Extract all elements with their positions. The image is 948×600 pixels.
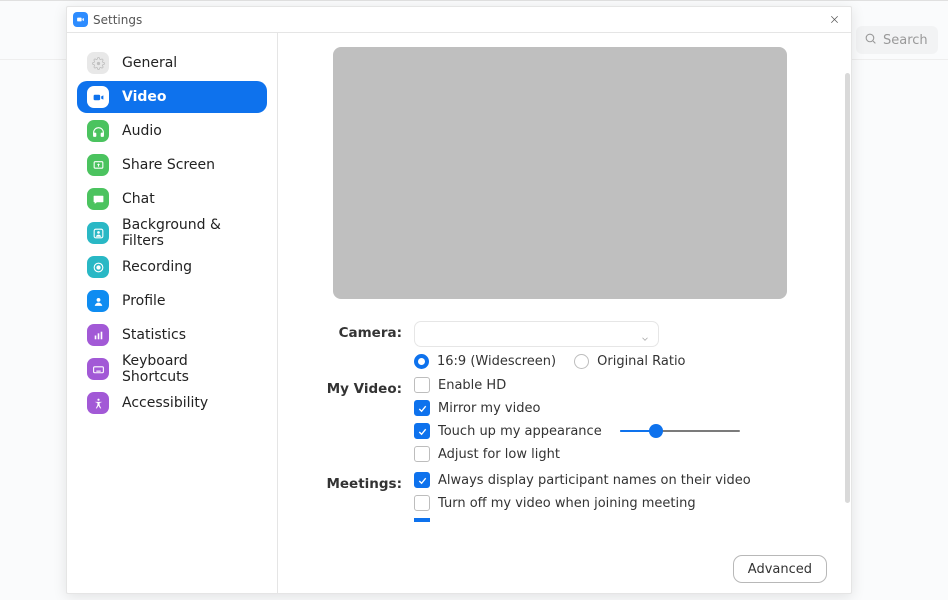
close-button[interactable]	[825, 11, 843, 29]
stats-icon	[87, 324, 109, 346]
checkbox-label: Enable HD	[438, 378, 506, 393]
sidebar-item-label: Profile	[122, 293, 166, 309]
sidebar-item-chat[interactable]: Chat	[77, 183, 267, 215]
sidebar-item-label: Recording	[122, 259, 192, 275]
video-icon	[87, 86, 109, 108]
camera-dropdown[interactable]	[414, 321, 659, 347]
share-screen-icon	[87, 154, 109, 176]
accessibility-icon	[87, 392, 109, 414]
truncated-checkbox[interactable]	[414, 518, 813, 522]
checkbox-label: Mirror my video	[438, 401, 540, 416]
headphones-icon	[87, 120, 109, 142]
search-icon	[864, 32, 877, 49]
search-placeholder: Search	[883, 33, 928, 48]
settings-sidebar: General Video Audio Share Screen	[67, 33, 278, 593]
sidebar-item-general[interactable]: General	[77, 47, 267, 79]
sidebar-item-audio[interactable]: Audio	[77, 115, 267, 147]
radio-label: 16:9 (Widescreen)	[437, 354, 556, 369]
sidebar-item-label: General	[122, 55, 177, 71]
turn-off-join-checkbox[interactable]: Turn off my video when joining meeting	[414, 495, 813, 511]
touch-up-slider[interactable]	[620, 424, 740, 438]
sidebar-item-label: Background & Filters	[122, 217, 257, 249]
checkbox-label: Adjust for low light	[438, 447, 560, 462]
sidebar-item-keyboard-shortcuts[interactable]: Keyboard Shortcuts	[77, 353, 267, 385]
ratio-original-radio[interactable]: Original Ratio	[574, 354, 685, 369]
keyboard-icon	[87, 358, 109, 380]
checkbox-label: Turn off my video when joining meeting	[438, 496, 696, 511]
sidebar-item-label: Accessibility	[122, 395, 208, 411]
checkbox-checked-icon	[414, 472, 430, 488]
profile-icon	[87, 290, 109, 312]
sidebar-item-label: Statistics	[122, 327, 186, 343]
chat-icon	[87, 188, 109, 210]
window-title: Settings	[93, 13, 142, 27]
sidebar-item-video[interactable]: Video	[77, 81, 267, 113]
checkbox-checked-icon	[414, 400, 430, 416]
video-preview	[333, 47, 787, 299]
background-icon	[87, 222, 109, 244]
touch-up-checkbox[interactable]: Touch up my appearance	[414, 423, 602, 439]
checkbox-icon	[414, 446, 430, 462]
checkbox-checked-icon	[414, 518, 430, 522]
zoom-app-icon	[73, 12, 88, 27]
camera-label: Camera:	[306, 321, 414, 341]
sidebar-item-background-filters[interactable]: Background & Filters	[77, 217, 267, 249]
mirror-video-checkbox[interactable]: Mirror my video	[414, 400, 813, 416]
sidebar-item-statistics[interactable]: Statistics	[77, 319, 267, 351]
sidebar-item-label: Keyboard Shortcuts	[122, 353, 257, 385]
record-icon	[87, 256, 109, 278]
gear-icon	[87, 52, 109, 74]
ratio-169-radio[interactable]: 16:9 (Widescreen)	[414, 354, 556, 369]
radio-icon	[574, 354, 589, 369]
sidebar-item-accessibility[interactable]: Accessibility	[77, 387, 267, 419]
app-topbar-border	[0, 0, 948, 1]
search-box[interactable]: Search	[856, 26, 938, 54]
chevron-down-icon	[640, 329, 650, 348]
settings-content: Camera: 16:9 (Widescreen)	[278, 33, 851, 593]
sidebar-item-label: Audio	[122, 123, 162, 139]
titlebar: Settings	[67, 7, 851, 33]
sidebar-item-label: Share Screen	[122, 157, 215, 173]
scrollbar[interactable]	[845, 73, 850, 503]
meetings-label: Meetings:	[306, 472, 414, 492]
sidebar-item-label: Chat	[122, 191, 155, 207]
my-video-label: My Video:	[306, 377, 414, 397]
sidebar-item-recording[interactable]: Recording	[77, 251, 267, 283]
enable-hd-checkbox[interactable]: Enable HD	[414, 377, 813, 393]
advanced-button[interactable]: Advanced	[733, 555, 827, 583]
radio-selected-icon	[414, 354, 429, 369]
checkbox-icon	[414, 377, 430, 393]
checkbox-label: Touch up my appearance	[438, 424, 602, 439]
sidebar-item-profile[interactable]: Profile	[77, 285, 267, 317]
checkbox-icon	[414, 495, 430, 511]
always-names-checkbox[interactable]: Always display participant names on thei…	[414, 472, 813, 488]
sidebar-item-share-screen[interactable]: Share Screen	[77, 149, 267, 181]
low-light-checkbox[interactable]: Adjust for low light	[414, 446, 813, 462]
checkbox-checked-icon	[414, 423, 430, 439]
checkbox-label: Always display participant names on thei…	[438, 473, 751, 488]
settings-window: Settings General Video	[66, 6, 852, 594]
radio-label: Original Ratio	[597, 354, 685, 369]
slider-thumb[interactable]	[649, 424, 663, 438]
sidebar-item-label: Video	[122, 89, 167, 105]
